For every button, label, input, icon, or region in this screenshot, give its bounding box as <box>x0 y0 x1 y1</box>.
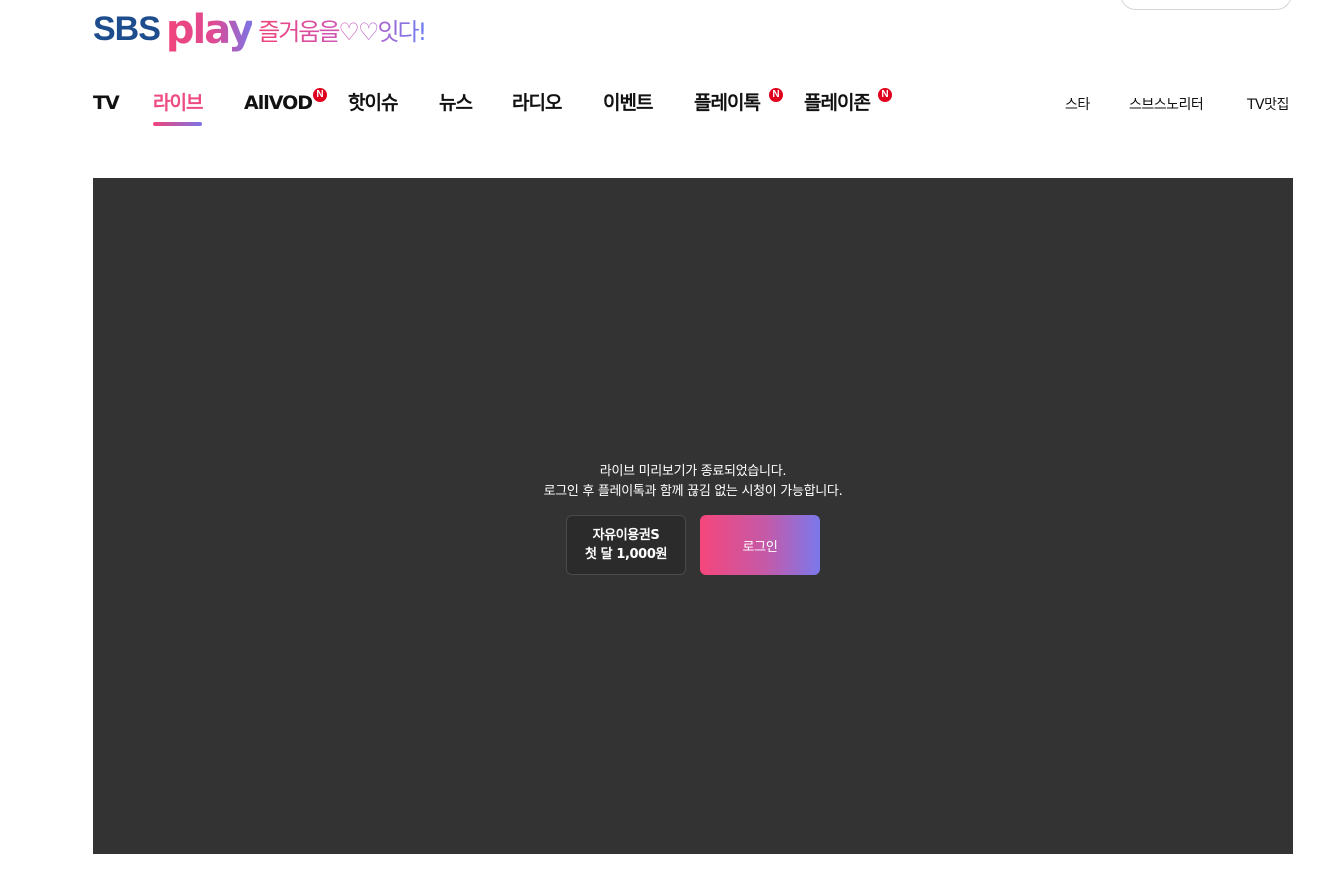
new-badge: N <box>878 88 892 102</box>
logo-slogan: 즐거움을♡♡잇다! <box>258 20 427 56</box>
search-input[interactable] <box>1120 0 1292 10</box>
free-pass-price: 첫 달 1,000원 <box>584 547 668 562</box>
nav-item-live[interactable]: 라이브 <box>153 84 203 126</box>
sub-nav-star[interactable]: 스타 <box>1065 94 1090 114</box>
preview-ended-notice: 라이브 미리보기가 종료되었습니다. 로그인 후 플레이톡과 함께 끊김 없는 … <box>93 462 1293 502</box>
logo-sbs-text: SBS <box>93 10 161 48</box>
nav-item-label: TV <box>93 92 120 114</box>
nav-item-label: 플레이존 <box>804 92 871 114</box>
live-player[interactable]: 라이브 미리보기가 종료되었습니다. 로그인 후 플레이톡과 함께 끊김 없는 … <box>93 178 1293 854</box>
nav-item-radio[interactable]: 라디오 <box>512 84 562 124</box>
free-pass-title: 자유이용권S <box>592 528 660 543</box>
nav-item-label: 라디오 <box>512 92 562 114</box>
nav-item-label: 뉴스 <box>439 92 473 114</box>
nav-item-label: AllVOD <box>244 92 313 114</box>
notice-line-2: 로그인 후 플레이톡과 함께 끊김 없는 시청이 가능합니다. <box>543 484 843 499</box>
logo-play-text: play <box>166 10 254 56</box>
sub-nav-sbs-noriter[interactable]: 스브스노리터 <box>1129 94 1204 114</box>
login-button[interactable]: 로그인 <box>700 515 820 575</box>
nav-item-playtalk[interactable]: 플레이톡 <box>694 84 761 124</box>
nav-item-event[interactable]: 이벤트 <box>603 84 653 124</box>
nav-item-tv[interactable]: TV <box>93 84 120 124</box>
nav-item-label: 핫이슈 <box>348 92 398 114</box>
free-pass-button[interactable]: 자유이용권S 첫 달 1,000원 <box>566 515 686 575</box>
nav-item-playzone[interactable]: 플레이존 <box>804 84 871 124</box>
nav-item-news[interactable]: 뉴스 <box>439 84 473 124</box>
new-badge: N <box>769 88 783 102</box>
nav-item-allvod[interactable]: AllVOD <box>244 84 313 124</box>
nav-item-label: 플레이톡 <box>694 92 761 114</box>
sub-nav-tv-matjip[interactable]: TV맛집 <box>1247 94 1289 114</box>
nav-item-label: 라이브 <box>153 92 203 114</box>
new-badge: N <box>313 88 327 102</box>
nav-item-hot-issue[interactable]: 핫이슈 <box>348 84 398 124</box>
sbs-play-logo[interactable]: SBS play 즐거움을♡♡잇다! <box>93 4 427 56</box>
nav-item-label: 이벤트 <box>603 92 653 114</box>
notice-line-1: 라이브 미리보기가 종료되었습니다. <box>599 464 787 479</box>
page: SBS play 즐거움을♡♡잇다! TV 라이브 AllVOD N 핫이슈 뉴… <box>0 0 1340 874</box>
active-underline <box>153 122 203 126</box>
